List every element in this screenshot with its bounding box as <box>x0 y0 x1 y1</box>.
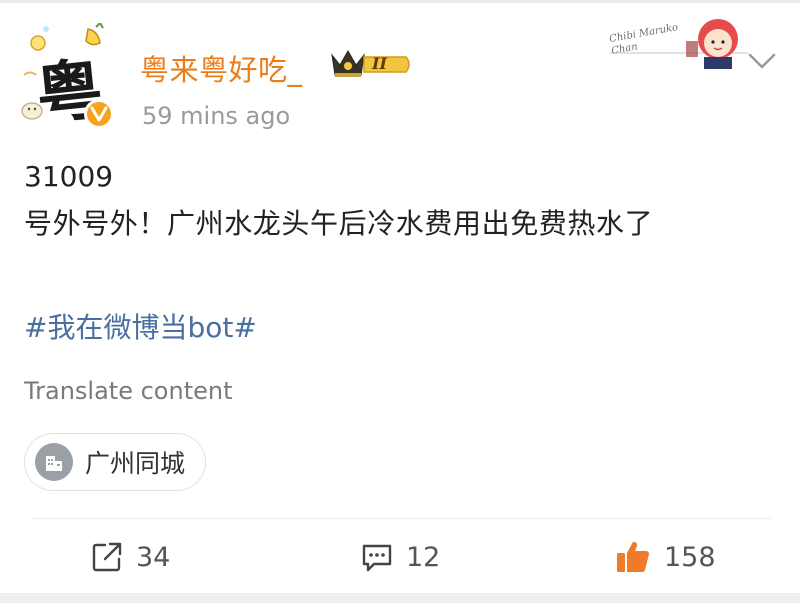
more-options-chevron-icon[interactable] <box>744 47 780 75</box>
repost-button[interactable]: 34 <box>90 535 170 579</box>
username[interactable]: 粤来粤好吃_ <box>140 47 303 89</box>
verified-badge-icon <box>84 99 114 129</box>
location-chip[interactable]: 广州同城 <box>24 433 207 491</box>
comment-button[interactable]: 12 <box>360 535 440 579</box>
action-divider <box>30 518 772 519</box>
post-timestamp: 59 mins ago <box>142 102 291 130</box>
building-icon <box>35 443 73 481</box>
repost-count: 34 <box>136 541 171 573</box>
repost-icon <box>92 542 122 572</box>
like-button[interactable]: 158 <box>614 535 716 579</box>
like-count: 158 <box>664 541 716 573</box>
location-label: 广州同城 <box>85 449 186 478</box>
weibo-post-card: 粤 粤来粤好吃_ II 59 mins ago Chibi Maruko Cha… <box>0 0 800 603</box>
comment-icon <box>362 544 392 572</box>
thumbs-up-icon <box>617 541 649 572</box>
post-id-text: 31009 <box>24 160 114 193</box>
bottom-separator-bar <box>0 593 800 603</box>
member-crown-icon[interactable]: II <box>328 47 414 85</box>
comment-count: 12 <box>406 541 441 573</box>
hashtag-link[interactable]: #我在微博当bot# <box>24 306 257 346</box>
card-decoration: Chibi Maruko Chan <box>608 13 750 71</box>
translate-content-link[interactable]: Translate content <box>24 377 233 405</box>
post-body-text: 号外号外！广州水龙头午后冷水费用出免费热水了 <box>24 207 654 240</box>
member-level-label: II <box>372 54 387 73</box>
